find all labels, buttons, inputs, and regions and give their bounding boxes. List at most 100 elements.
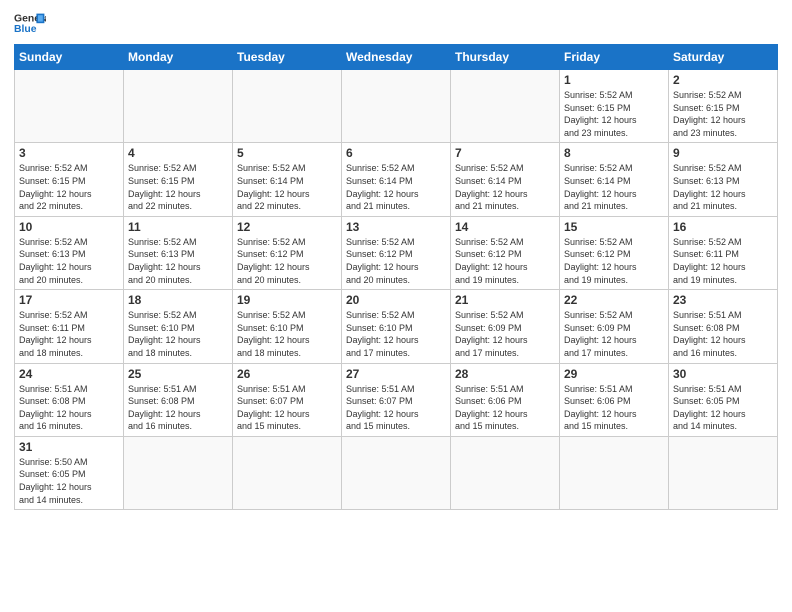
week-row-1: 3Sunrise: 5:52 AM Sunset: 6:15 PM Daylig… [15, 143, 778, 216]
calendar-cell: 1 Sunrise: 5:52 AM Sunset: 6:15 PM Daylig… [560, 70, 669, 143]
page: General Blue SundayMondayTuesdayWednesda… [0, 0, 792, 518]
day-number: 15 [564, 220, 664, 234]
day-info: Sunrise: 5:52 AM Sunset: 6:14 PM Dayligh… [455, 162, 555, 212]
week-row-3: 17 Sunrise: 5:52 AM Sunset: 6:11 PM Dayli… [15, 290, 778, 363]
day-number: 8 [564, 146, 664, 160]
day-of-week-tuesday: Tuesday [233, 45, 342, 70]
day-info: Sunrise: 5:50 AM Sunset: 6:05 PM Dayligh… [19, 456, 119, 506]
calendar-cell [342, 436, 451, 509]
calendar-cell: 18Sunrise: 5:52 AM Sunset: 6:10 PM Dayli… [124, 290, 233, 363]
calendar-cell: 26 Sunrise: 5:51 AM Sunset: 6:07 PM Dayli… [233, 363, 342, 436]
calendar-cell [669, 436, 778, 509]
calendar-cell: 16Sunrise: 5:52 AM Sunset: 6:11 PM Dayli… [669, 216, 778, 289]
calendar-cell: 29Sunrise: 5:51 AM Sunset: 6:06 PM Dayli… [560, 363, 669, 436]
logo-icon: General Blue [14, 10, 46, 38]
day-of-week-sunday: Sunday [15, 45, 124, 70]
day-number: 26 [237, 367, 337, 381]
day-info: Sunrise: 5:52 AM Sunset: 6:14 PM Dayligh… [564, 162, 664, 212]
calendar-cell: 5 Sunrise: 5:52 AM Sunset: 6:14 PM Daylig… [233, 143, 342, 216]
calendar-cell: 7 Sunrise: 5:52 AM Sunset: 6:14 PM Daylig… [451, 143, 560, 216]
calendar-cell: 30Sunrise: 5:51 AM Sunset: 6:05 PM Dayli… [669, 363, 778, 436]
calendar-cell: 31 Sunrise: 5:50 AM Sunset: 6:05 PM Dayli… [15, 436, 124, 509]
day-number: 10 [19, 220, 119, 234]
day-number: 3 [19, 146, 119, 160]
day-of-week-saturday: Saturday [669, 45, 778, 70]
day-number: 11 [128, 220, 228, 234]
calendar-cell: 23 Sunrise: 5:51 AM Sunset: 6:08 PM Dayli… [669, 290, 778, 363]
day-number: 23 [673, 293, 773, 307]
calendar-cell [15, 70, 124, 143]
day-number: 1 [564, 73, 664, 87]
calendar-cell: 2 Sunrise: 5:52 AM Sunset: 6:15 PM Daylig… [669, 70, 778, 143]
calendar-cell [233, 70, 342, 143]
calendar-cell: 27 Sunrise: 5:51 AM Sunset: 6:07 PM Dayli… [342, 363, 451, 436]
day-info: Sunrise: 5:52 AM Sunset: 6:09 PM Dayligh… [564, 309, 664, 359]
calendar-cell [560, 436, 669, 509]
calendar-cell: 6 Sunrise: 5:52 AM Sunset: 6:14 PM Daylig… [342, 143, 451, 216]
day-number: 9 [673, 146, 773, 160]
day-info: Sunrise: 5:52 AM Sunset: 6:14 PM Dayligh… [237, 162, 337, 212]
day-info: Sunrise: 5:52 AM Sunset: 6:11 PM Dayligh… [673, 236, 773, 286]
calendar-cell: 13Sunrise: 5:52 AM Sunset: 6:12 PM Dayli… [342, 216, 451, 289]
day-of-week-wednesday: Wednesday [342, 45, 451, 70]
day-number: 28 [455, 367, 555, 381]
calendar: SundayMondayTuesdayWednesdayThursdayFrid… [14, 44, 778, 510]
logo: General Blue [14, 10, 46, 38]
calendar-cell: 10 Sunrise: 5:52 AM Sunset: 6:13 PM Dayli… [15, 216, 124, 289]
calendar-cell: 25 Sunrise: 5:51 AM Sunset: 6:08 PM Dayli… [124, 363, 233, 436]
calendar-cell: 12 Sunrise: 5:52 AM Sunset: 6:12 PM Dayli… [233, 216, 342, 289]
calendar-cell [451, 436, 560, 509]
day-number: 27 [346, 367, 446, 381]
header-row: SundayMondayTuesdayWednesdayThursdayFrid… [15, 45, 778, 70]
day-info: Sunrise: 5:52 AM Sunset: 6:13 PM Dayligh… [673, 162, 773, 212]
day-info: Sunrise: 5:51 AM Sunset: 6:08 PM Dayligh… [19, 383, 119, 433]
day-info: Sunrise: 5:52 AM Sunset: 6:13 PM Dayligh… [19, 236, 119, 286]
day-info: Sunrise: 5:52 AM Sunset: 6:12 PM Dayligh… [455, 236, 555, 286]
day-info: Sunrise: 5:52 AM Sunset: 6:13 PM Dayligh… [128, 236, 228, 286]
day-info: Sunrise: 5:52 AM Sunset: 6:15 PM Dayligh… [564, 89, 664, 139]
calendar-cell: 22 Sunrise: 5:52 AM Sunset: 6:09 PM Dayli… [560, 290, 669, 363]
calendar-cell: 21 Sunrise: 5:52 AM Sunset: 6:09 PM Dayli… [451, 290, 560, 363]
day-info: Sunrise: 5:51 AM Sunset: 6:08 PM Dayligh… [673, 309, 773, 359]
day-number: 31 [19, 440, 119, 454]
day-of-week-monday: Monday [124, 45, 233, 70]
week-row-0: 1 Sunrise: 5:52 AM Sunset: 6:15 PM Daylig… [15, 70, 778, 143]
calendar-cell [233, 436, 342, 509]
calendar-cell: 24Sunrise: 5:51 AM Sunset: 6:08 PM Dayli… [15, 363, 124, 436]
day-of-week-thursday: Thursday [451, 45, 560, 70]
day-info: Sunrise: 5:51 AM Sunset: 6:05 PM Dayligh… [673, 383, 773, 433]
week-row-2: 10 Sunrise: 5:52 AM Sunset: 6:13 PM Dayli… [15, 216, 778, 289]
day-number: 5 [237, 146, 337, 160]
calendar-cell: 17 Sunrise: 5:52 AM Sunset: 6:11 PM Dayli… [15, 290, 124, 363]
day-number: 13 [346, 220, 446, 234]
day-number: 14 [455, 220, 555, 234]
day-number: 12 [237, 220, 337, 234]
calendar-cell: 19Sunrise: 5:52 AM Sunset: 6:10 PM Dayli… [233, 290, 342, 363]
day-info: Sunrise: 5:52 AM Sunset: 6:10 PM Dayligh… [237, 309, 337, 359]
calendar-cell: 8 Sunrise: 5:52 AM Sunset: 6:14 PM Daylig… [560, 143, 669, 216]
day-info: Sunrise: 5:51 AM Sunset: 6:07 PM Dayligh… [346, 383, 446, 433]
day-number: 21 [455, 293, 555, 307]
calendar-body: 1 Sunrise: 5:52 AM Sunset: 6:15 PM Daylig… [15, 70, 778, 510]
day-info: Sunrise: 5:51 AM Sunset: 6:06 PM Dayligh… [564, 383, 664, 433]
day-number: 17 [19, 293, 119, 307]
day-info: Sunrise: 5:51 AM Sunset: 6:08 PM Dayligh… [128, 383, 228, 433]
day-number: 4 [128, 146, 228, 160]
day-info: Sunrise: 5:51 AM Sunset: 6:07 PM Dayligh… [237, 383, 337, 433]
calendar-cell [451, 70, 560, 143]
calendar-cell: 9 Sunrise: 5:52 AM Sunset: 6:13 PM Daylig… [669, 143, 778, 216]
day-number: 25 [128, 367, 228, 381]
day-info: Sunrise: 5:52 AM Sunset: 6:12 PM Dayligh… [237, 236, 337, 286]
day-info: Sunrise: 5:52 AM Sunset: 6:14 PM Dayligh… [346, 162, 446, 212]
calendar-header: SundayMondayTuesdayWednesdayThursdayFrid… [15, 45, 778, 70]
day-info: Sunrise: 5:52 AM Sunset: 6:09 PM Dayligh… [455, 309, 555, 359]
day-number: 7 [455, 146, 555, 160]
calendar-cell: 15Sunrise: 5:52 AM Sunset: 6:12 PM Dayli… [560, 216, 669, 289]
day-info: Sunrise: 5:52 AM Sunset: 6:15 PM Dayligh… [673, 89, 773, 139]
day-number: 6 [346, 146, 446, 160]
day-info: Sunrise: 5:52 AM Sunset: 6:10 PM Dayligh… [128, 309, 228, 359]
day-number: 22 [564, 293, 664, 307]
day-info: Sunrise: 5:52 AM Sunset: 6:11 PM Dayligh… [19, 309, 119, 359]
day-number: 2 [673, 73, 773, 87]
day-info: Sunrise: 5:51 AM Sunset: 6:06 PM Dayligh… [455, 383, 555, 433]
